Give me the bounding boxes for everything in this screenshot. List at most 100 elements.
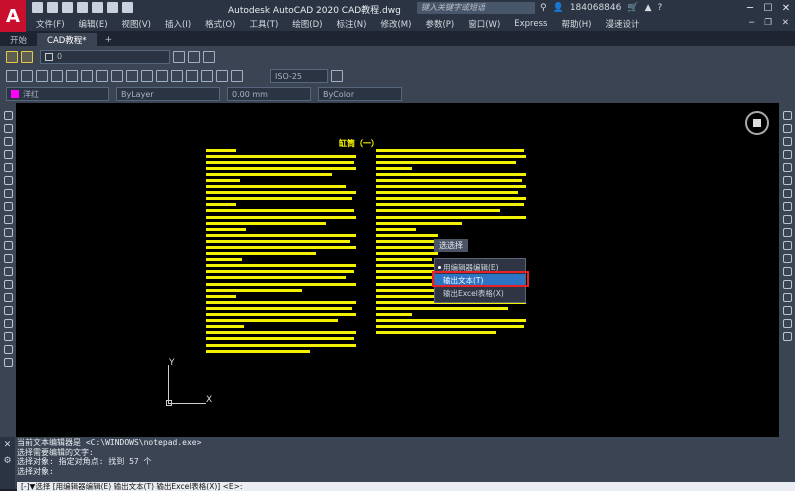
trim-icon[interactable]: [782, 228, 792, 237]
doc-restore-icon[interactable]: ❐: [764, 18, 772, 28]
menu-help[interactable]: 帮助(H): [561, 18, 591, 30]
arc-icon[interactable]: [3, 176, 13, 185]
layer-previous-icon[interactable]: [188, 50, 200, 63]
new-icon[interactable]: [32, 2, 43, 13]
dimstyle-dropdown[interactable]: ISO-25: [270, 69, 328, 83]
circle-icon[interactable]: [3, 189, 13, 198]
menu-modify[interactable]: 修改(M): [380, 18, 411, 30]
lineweight-dropdown[interactable]: 0.00 mm: [227, 87, 311, 101]
user-icon[interactable]: 👤: [553, 3, 564, 13]
line-icon[interactable]: [3, 111, 13, 120]
menu-express[interactable]: Express: [514, 19, 547, 29]
make-current-icon[interactable]: [173, 50, 185, 63]
join-icon[interactable]: [782, 280, 792, 289]
revcloud-icon[interactable]: [3, 202, 13, 211]
autocad-logo-icon[interactable]: A: [0, 0, 26, 32]
tab-start[interactable]: 开始: [0, 33, 37, 46]
arc-dim-icon[interactable]: [36, 70, 48, 82]
cart-icon[interactable]: 🛒: [627, 3, 638, 13]
linetype-dropdown[interactable]: ByLayer: [116, 87, 220, 101]
a360-icon[interactable]: ▲: [645, 3, 652, 13]
diameter-dim-icon[interactable]: [96, 70, 108, 82]
chamfer-icon[interactable]: [782, 293, 792, 302]
make-block-icon[interactable]: [3, 267, 13, 276]
help-icon[interactable]: ?: [658, 3, 663, 13]
inspection-icon[interactable]: [216, 70, 228, 82]
ellipse-icon[interactable]: [3, 228, 13, 237]
stretch-icon[interactable]: [782, 215, 792, 224]
viewcube-icon[interactable]: [745, 111, 769, 135]
add-selected-icon[interactable]: [3, 358, 13, 367]
customize-icon[interactable]: ⚙: [3, 456, 11, 466]
binoculars-icon[interactable]: ⚲: [540, 3, 547, 13]
layer-state-icon[interactable]: [21, 50, 33, 63]
menu-window[interactable]: 窗口(W): [468, 18, 500, 30]
explode-icon[interactable]: [782, 332, 792, 341]
center-mark-icon[interactable]: [201, 70, 213, 82]
linear-dim-icon[interactable]: [6, 70, 18, 82]
spline-icon[interactable]: [3, 215, 13, 224]
drawing-canvas[interactable]: 缸筒（一） Y X 选选择 用编辑器编辑(E) 输出文本(T) 输出Excel表…: [16, 103, 779, 437]
command-input[interactable]: [-]▼选择 [用编辑器编辑(E) 输出文本(T) 输出Excel表格(X)] …: [17, 482, 795, 491]
add-tab-icon[interactable]: +: [97, 33, 121, 46]
copy-icon[interactable]: [782, 124, 792, 133]
break-icon[interactable]: [782, 267, 792, 276]
print-icon[interactable]: [92, 2, 103, 13]
menu-draw[interactable]: 绘图(D): [292, 18, 322, 30]
username[interactable]: 184068846: [570, 3, 622, 13]
doc-close-icon[interactable]: ✕: [782, 18, 789, 28]
menu-view[interactable]: 视图(V): [122, 18, 151, 30]
move-icon[interactable]: [782, 176, 792, 185]
option-export-excel[interactable]: 输出Excel表格(X): [435, 287, 525, 300]
menu-insert[interactable]: 插入(I): [165, 18, 191, 30]
redo-icon[interactable]: [122, 2, 133, 13]
hatch-icon[interactable]: [3, 293, 13, 302]
construction-line-icon[interactable]: [3, 124, 13, 133]
table-icon[interactable]: [3, 332, 13, 341]
menu-dimension[interactable]: 标注(N): [336, 18, 366, 30]
gradient-icon[interactable]: [3, 306, 13, 315]
tab-cad-tutorial[interactable]: CAD教程*: [37, 33, 97, 46]
mirror-icon[interactable]: [782, 137, 792, 146]
quick-dim-icon[interactable]: [126, 70, 138, 82]
break-at-point-icon[interactable]: [782, 254, 792, 263]
search-input[interactable]: 键入关键字或短语: [417, 2, 535, 14]
offset-icon[interactable]: [782, 150, 792, 159]
menu-file[interactable]: 文件(F): [36, 18, 65, 30]
ordinate-dim-icon[interactable]: [51, 70, 63, 82]
fillet-icon[interactable]: [782, 306, 792, 315]
plotstyle-dropdown[interactable]: ByColor: [318, 87, 402, 101]
blend-icon[interactable]: [782, 319, 792, 328]
menu-plugin[interactable]: 漫速设计: [606, 18, 640, 30]
polygon-icon[interactable]: [3, 150, 13, 159]
open-icon[interactable]: [47, 2, 58, 13]
point-icon[interactable]: [3, 280, 13, 289]
angular-dim-icon[interactable]: [111, 70, 123, 82]
polyline-icon[interactable]: [3, 137, 13, 146]
menu-parametric[interactable]: 参数(P): [425, 18, 454, 30]
dim-edit-icon[interactable]: [231, 70, 243, 82]
save-icon[interactable]: [62, 2, 73, 13]
layer-properties-icon[interactable]: [6, 50, 18, 63]
erase-icon[interactable]: [782, 111, 792, 120]
tolerance-icon[interactable]: [186, 70, 198, 82]
rotate-icon[interactable]: [782, 189, 792, 198]
drawing-text-column-left[interactable]: [206, 147, 364, 354]
undo-icon[interactable]: [107, 2, 118, 13]
extend-icon[interactable]: [782, 241, 792, 250]
region-icon[interactable]: [3, 319, 13, 328]
ellipse-arc-icon[interactable]: [3, 241, 13, 250]
close-command-icon[interactable]: ✕: [4, 440, 12, 450]
rectangle-icon[interactable]: [3, 163, 13, 172]
scale-icon[interactable]: [782, 202, 792, 211]
dimstyle-manager-icon[interactable]: [331, 70, 343, 82]
color-dropdown[interactable]: 洋红: [6, 87, 109, 101]
mtext-icon[interactable]: [3, 345, 13, 354]
menu-edit[interactable]: 编辑(E): [79, 18, 108, 30]
doc-minimize-icon[interactable]: ─: [749, 18, 754, 28]
close-icon[interactable]: ✕: [777, 0, 795, 17]
aligned-dim-icon[interactable]: [21, 70, 33, 82]
jogged-dim-icon[interactable]: [81, 70, 93, 82]
array-icon[interactable]: [782, 163, 792, 172]
saveas-icon[interactable]: [77, 2, 88, 13]
